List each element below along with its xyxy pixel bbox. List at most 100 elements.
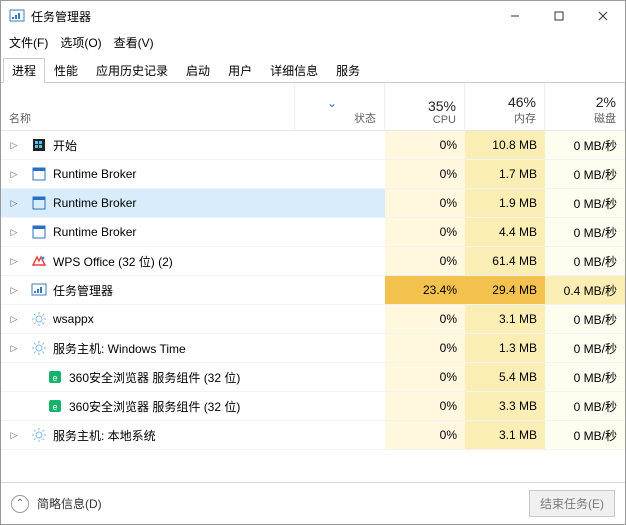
process-memory: 5.4 MB — [465, 363, 545, 391]
process-row[interactable]: ▷WPS Office (32 位) (2)0%61.4 MB0 MB/秒 — [1, 247, 625, 276]
process-row[interactable]: ▷ wsappx 0%3.1 MB0 MB/秒 — [1, 305, 625, 334]
menu-file[interactable]: 文件(F) — [9, 34, 48, 51]
gear-service-icon — [31, 311, 47, 327]
close-button[interactable] — [581, 1, 625, 31]
process-cpu: 0% — [385, 189, 465, 217]
process-cpu: 0% — [385, 247, 465, 275]
process-disk: 0 MB/秒 — [545, 305, 625, 333]
column-cpu[interactable]: CPU — [433, 114, 456, 126]
expand-chevron-icon[interactable]: ▷ — [9, 140, 19, 151]
process-cpu: 0% — [385, 218, 465, 246]
start-tile-icon — [31, 137, 47, 153]
process-memory: 1.7 MB — [465, 160, 545, 188]
process-name: Runtime Broker — [53, 225, 136, 239]
disk-total: 2% — [596, 94, 616, 110]
process-row[interactable]: ▷ Runtime Broker 0%1.7 MB0 MB/秒 — [1, 160, 625, 189]
expand-chevron-icon[interactable]: ▷ — [9, 285, 19, 296]
process-cpu: 0% — [385, 363, 465, 391]
app-frame-icon — [31, 224, 47, 240]
process-name: 360安全浏览器 服务组件 (32 位) — [69, 369, 240, 386]
process-disk: 0 MB/秒 — [545, 421, 625, 449]
expand-chevron-icon[interactable]: ▷ — [9, 256, 19, 267]
process-row[interactable]: ▷服务主机: 本地系统0%3.1 MB0 MB/秒 — [1, 421, 625, 450]
maximize-button[interactable] — [537, 1, 581, 31]
process-name: 服务主机: 本地系统 — [53, 427, 156, 444]
process-disk: 0 MB/秒 — [545, 247, 625, 275]
fewer-details-toggle[interactable]: ⌃ 简略信息(D) — [11, 495, 102, 513]
process-disk: 0 MB/秒 — [545, 392, 625, 420]
process-name: Runtime Broker — [53, 167, 136, 181]
tab-5[interactable]: 详细信息 — [261, 58, 327, 83]
tab-6[interactable]: 服务 — [327, 58, 369, 83]
process-disk: 0 MB/秒 — [545, 189, 625, 217]
svg-text:e: e — [52, 402, 57, 412]
process-memory: 10.8 MB — [465, 131, 545, 159]
process-disk: 0.4 MB/秒 — [545, 276, 625, 304]
process-row[interactable]: ▷ 任务管理器 23.4%29.4 MB0.4 MB/秒 — [1, 276, 625, 305]
column-name[interactable]: 名称 — [9, 110, 286, 126]
expand-chevron-icon[interactable]: ▷ — [9, 227, 19, 238]
process-cpu: 0% — [385, 305, 465, 333]
process-memory: 61.4 MB — [465, 247, 545, 275]
process-row[interactable]: ▷Runtime Broker0%1.9 MB0 MB/秒 — [1, 189, 625, 218]
process-cpu: 0% — [385, 334, 465, 362]
process-disk: 0 MB/秒 — [545, 363, 625, 391]
process-row[interactable]: ▷开始0%10.8 MB0 MB/秒 — [1, 131, 625, 160]
process-list[interactable]: ▷开始0%10.8 MB0 MB/秒▷Runtime Broker0%1.7 M… — [1, 131, 625, 482]
process-memory: 4.4 MB — [465, 218, 545, 246]
column-memory[interactable]: 内存 — [514, 110, 536, 126]
process-memory: 29.4 MB — [465, 276, 545, 304]
process-row[interactable]: ▷Runtime Broker0%4.4 MB0 MB/秒 — [1, 218, 625, 247]
tab-3[interactable]: 启动 — [177, 58, 219, 83]
mem-total: 46% — [508, 94, 536, 110]
360-browser-icon: e — [47, 398, 63, 414]
title-bar: 任务管理器 — [1, 1, 625, 31]
menu-view[interactable]: 查看(V) — [114, 34, 154, 51]
360-browser-icon: e — [47, 369, 63, 385]
process-row[interactable]: ▷服务主机: Windows Time0%1.3 MB0 MB/秒 — [1, 334, 625, 363]
fewer-details-label: 简略信息(D) — [37, 495, 102, 512]
task-manager-icon — [9, 8, 25, 24]
column-disk[interactable]: 磁盘 — [594, 110, 616, 126]
process-name: 360安全浏览器 服务组件 (32 位) — [69, 398, 240, 415]
process-row[interactable]: e 360安全浏览器 服务组件 (32 位) 0%5.4 MB0 MB/秒 — [1, 363, 625, 392]
expand-chevron-icon[interactable]: ▷ — [9, 169, 19, 180]
process-memory: 3.3 MB — [465, 392, 545, 420]
window-title: 任务管理器 — [31, 8, 91, 25]
minimize-button[interactable] — [493, 1, 537, 31]
process-cpu: 23.4% — [385, 276, 465, 304]
gear-service-icon — [31, 427, 47, 443]
tab-bar: 进程性能应用历史记录启动用户详细信息服务 — [1, 53, 625, 83]
column-status[interactable]: 状态 — [354, 110, 376, 126]
process-cpu: 0% — [385, 131, 465, 159]
task-manager-icon — [31, 282, 47, 298]
chevron-up-icon: ⌃ — [11, 495, 29, 513]
process-cpu: 0% — [385, 160, 465, 188]
expand-chevron-icon[interactable]: ▷ — [9, 343, 19, 354]
cpu-total: 35% — [428, 98, 456, 114]
process-row[interactable]: e 360安全浏览器 服务组件 (32 位) 0%3.3 MB0 MB/秒 — [1, 392, 625, 421]
process-name: 开始 — [53, 137, 77, 154]
process-memory: 1.9 MB — [465, 189, 545, 217]
process-memory: 3.1 MB — [465, 305, 545, 333]
menu-options[interactable]: 选项(O) — [60, 34, 101, 51]
process-name: 任务管理器 — [53, 282, 113, 299]
menu-bar: 文件(F) 选项(O) 查看(V) — [1, 31, 625, 53]
process-name: wsappx — [53, 312, 94, 326]
process-disk: 0 MB/秒 — [545, 334, 625, 362]
tab-2[interactable]: 应用历史记录 — [87, 58, 177, 83]
tab-0[interactable]: 进程 — [3, 58, 45, 83]
expand-chevron-icon[interactable]: ▷ — [9, 198, 19, 209]
end-task-button[interactable]: 结束任务(E) — [529, 490, 615, 517]
process-memory: 1.3 MB — [465, 334, 545, 362]
process-cpu: 0% — [385, 392, 465, 420]
expand-chevron-icon[interactable]: ▷ — [9, 314, 19, 325]
footer: ⌃ 简略信息(D) 结束任务(E) — [1, 482, 625, 524]
expand-chevron-icon[interactable]: ▷ — [9, 430, 19, 441]
tab-1[interactable]: 性能 — [45, 58, 87, 83]
table-header: 名称 ⌄ 状态 35% CPU 46% 内存 2% 磁盘 — [1, 83, 625, 131]
process-disk: 0 MB/秒 — [545, 160, 625, 188]
app-frame-icon — [31, 166, 47, 182]
process-cpu: 0% — [385, 421, 465, 449]
tab-4[interactable]: 用户 — [219, 58, 261, 83]
